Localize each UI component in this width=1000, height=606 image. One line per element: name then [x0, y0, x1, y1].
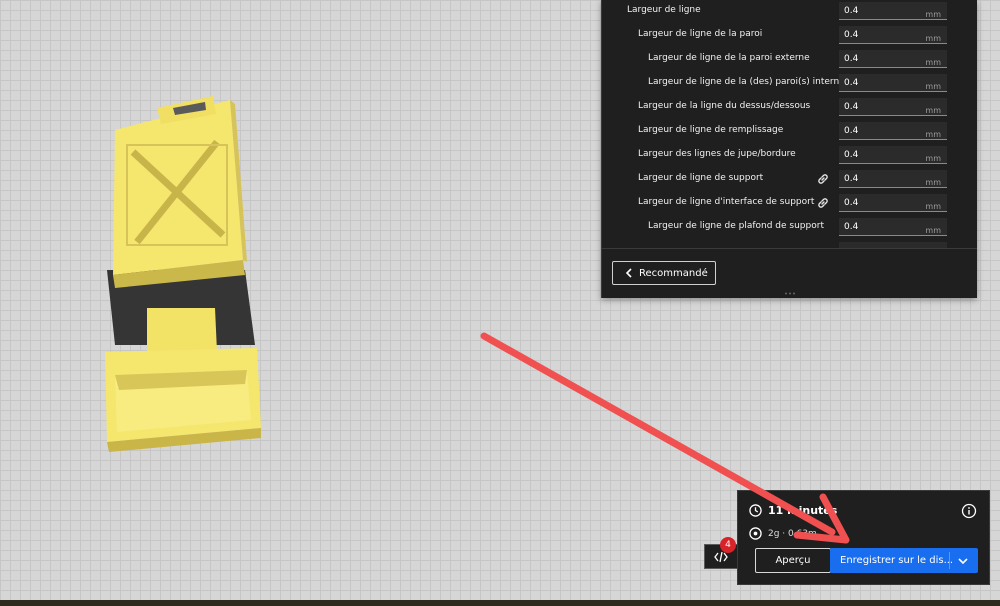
- settings-list[interactable]: Largeur de ligne 0.4 mm Largeur de ligne …: [602, 0, 977, 248]
- info-icon[interactable]: [961, 503, 977, 519]
- setting-value-input[interactable]: 0.4 mm: [839, 50, 947, 68]
- setting-label: Largeur de ligne de la paroi externe: [648, 53, 810, 63]
- setting-value-input[interactable]: 0.4 mm: [839, 146, 947, 164]
- chevron-left-icon: [625, 268, 632, 278]
- 3d-model[interactable]: [95, 90, 275, 460]
- setting-label: Largeur des lignes de jupe/bordure: [638, 149, 796, 159]
- setting-row-support-line-width[interactable]: Largeur de ligne de support 0.4 mm: [602, 168, 977, 192]
- setting-value-input[interactable]: 0.4 mm: [839, 122, 947, 140]
- clock-icon: [749, 504, 762, 517]
- resize-handle-icon[interactable]: [784, 292, 796, 295]
- 3d-viewport[interactable]: Largeur de ligne 0.4 mm Largeur de ligne …: [0, 0, 1000, 600]
- material-usage-text: 2g · 0.63m: [768, 528, 817, 539]
- setting-label: Largeur de ligne de plafond de support: [648, 221, 824, 231]
- setting-value-input[interactable]: 0.4 mm: [839, 74, 947, 92]
- setting-value-input[interactable]: 0.4 mm: [839, 194, 947, 212]
- preview-button[interactable]: Aperçu: [755, 548, 831, 573]
- link-icon[interactable]: [816, 172, 830, 186]
- print-action-panel: 11 minutes 2g · 0.63m Aperçu Enregistrer…: [737, 490, 990, 585]
- setting-row-line-width[interactable]: Largeur de ligne 0.4 mm: [602, 0, 977, 24]
- setting-row-support-interface-line-width[interactable]: Largeur de ligne d'interface de support …: [602, 192, 977, 216]
- bottom-strip: [0, 600, 1000, 606]
- setting-label: Largeur de ligne de la paroi: [638, 29, 763, 39]
- setting-label: Largeur de ligne: [627, 5, 701, 15]
- setting-row-partial[interactable]: [602, 240, 977, 248]
- setting-value-input[interactable]: 0.4 mm: [839, 218, 947, 236]
- setting-value-input[interactable]: 0.4 mm: [839, 170, 947, 188]
- print-settings-panel: Largeur de ligne 0.4 mm Largeur de ligne …: [601, 0, 977, 298]
- setting-row-skirt-brim-line-width[interactable]: Largeur des lignes de jupe/bordure 0.4 mm: [602, 144, 977, 168]
- save-to-disk-button[interactable]: Enregistrer sur le dis...: [830, 548, 978, 573]
- recommended-button[interactable]: Recommandé: [612, 261, 716, 285]
- setting-label: Largeur de la ligne du dessus/dessous: [638, 101, 811, 111]
- setting-value-input[interactable]: 0.4 mm: [839, 2, 947, 20]
- print-time-text: 11 minutes: [768, 504, 838, 517]
- chevron-down-icon[interactable]: [956, 554, 970, 568]
- setting-value-input[interactable]: 0.4 mm: [839, 98, 947, 116]
- setting-row-infill-line-width[interactable]: Largeur de ligne de remplissage 0.4 mm: [602, 120, 977, 144]
- link-icon[interactable]: [816, 196, 830, 210]
- print-time: 11 minutes: [749, 504, 837, 517]
- save-button-divider: [949, 552, 950, 569]
- save-to-disk-label: Enregistrer sur le dis...: [840, 555, 954, 566]
- model-tray-tab: [147, 308, 217, 352]
- spool-icon: [749, 527, 762, 540]
- panel-divider: [602, 248, 977, 249]
- setting-row-inner-wall-line-width[interactable]: Largeur de ligne de la (des) paroi(s) in…: [602, 72, 977, 96]
- setting-row-support-roof-line-width[interactable]: Largeur de ligne de plafond de support 0…: [602, 216, 977, 240]
- setting-row-top-bottom-line-width[interactable]: Largeur de la ligne du dessus/dessous 0.…: [602, 96, 977, 120]
- setting-row-wall-line-width[interactable]: Largeur de ligne de la paroi 0.4 mm: [602, 24, 977, 48]
- recommended-label: Recommandé: [639, 267, 708, 279]
- setting-label: Largeur de ligne de support: [638, 173, 764, 183]
- notification-badge: 4: [720, 537, 736, 553]
- material-usage: 2g · 0.63m: [749, 527, 817, 540]
- setting-row-outer-wall-line-width[interactable]: Largeur de ligne de la paroi externe 0.4…: [602, 48, 977, 72]
- setting-value-input[interactable]: 0.4 mm: [839, 26, 947, 44]
- setting-label: Largeur de ligne de la (des) paroi(s) in…: [648, 77, 857, 87]
- setting-label: Largeur de ligne de remplissage: [638, 125, 784, 135]
- setting-label: Largeur de ligne d'interface de support: [638, 197, 815, 207]
